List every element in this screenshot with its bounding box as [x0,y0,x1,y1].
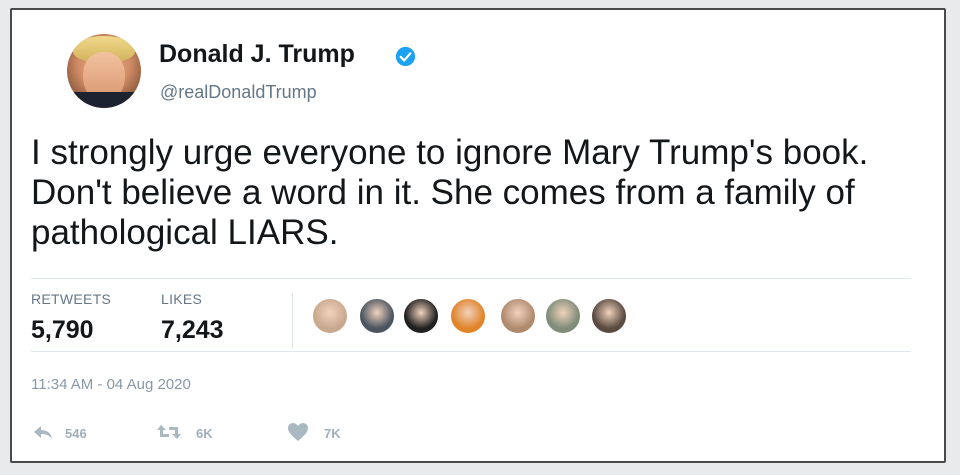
reply-count: 546 [65,426,87,441]
liker-avatar[interactable] [359,298,395,334]
avatar[interactable] [67,34,141,108]
retweets-count[interactable]: 5,790 [31,316,94,345]
liker-avatar[interactable] [403,298,439,334]
liker-avatar[interactable] [500,298,536,334]
reply-button[interactable]: 546 [31,420,111,444]
retweet-count: 6K [196,426,213,441]
avatar-suit [67,92,141,108]
liker-avatar[interactable] [312,298,348,334]
display-name[interactable]: Donald J. Trump [159,40,355,69]
reply-icon [34,426,52,439]
retweet-button[interactable]: 6K [156,420,246,444]
stats-bottom-divider [31,351,911,352]
stats-separator [292,293,293,347]
tweet-text: I strongly urge everyone to ignore Mary … [31,133,869,252]
stats-top-divider [31,278,911,279]
like-count: 7K [324,426,341,441]
tweet-card: Donald J. Trump @realDonaldTrump I stron… [10,8,946,463]
tweet-timestamp[interactable]: 11:34 AM - 04 Aug 2020 [31,376,191,393]
verified-badge-icon [395,46,416,67]
likes-label[interactable]: LIKES [161,291,202,307]
like-button[interactable]: 7K [286,420,366,444]
liker-avatar[interactable] [591,298,627,334]
user-handle[interactable]: @realDonaldTrump [160,82,317,103]
retweets-label[interactable]: RETWEETS [31,291,111,307]
liker-avatar[interactable] [450,298,486,334]
retweet-icon [157,425,181,439]
liker-avatar[interactable] [545,298,581,334]
likes-count[interactable]: 7,243 [161,316,224,345]
heart-icon [288,423,308,441]
